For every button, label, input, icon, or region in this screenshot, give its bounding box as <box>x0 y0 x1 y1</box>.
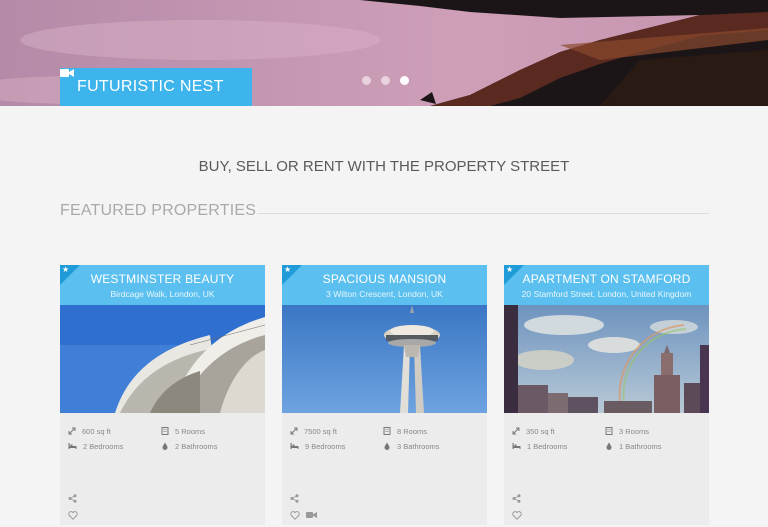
tagline: BUY, SELL OR RENT WITH THE PROPERTY STRE… <box>198 158 570 175</box>
bedrooms-value: 2 Bedrooms <box>83 441 124 451</box>
bathrooms-spec: 3 Bathrooms <box>383 441 483 451</box>
property-specs: 600 sq ft 5 Rooms 2 Bedrooms 2 Bathrooms <box>60 413 265 451</box>
area-spec: 600 sq ft <box>68 426 161 436</box>
rooms-spec: 3 Rooms <box>605 426 705 436</box>
share-icon[interactable] <box>68 493 77 503</box>
section-divider <box>257 213 709 214</box>
water-drop-icon <box>384 442 390 450</box>
property-address: 3 Wilton Crescent, London, UK <box>326 289 443 299</box>
property-title[interactable]: APARTMENT ON STAMFORD <box>504 265 709 286</box>
property-address: 20 Stamford Street, London, United Kingd… <box>521 289 692 299</box>
hero-property-title: FUTURISTIC NEST <box>77 78 224 95</box>
slider-dot-1[interactable] <box>362 76 371 85</box>
featured-properties-heading: FEATURED PROPERTIES <box>60 202 257 219</box>
video-camera-icon[interactable] <box>306 511 317 519</box>
property-card[interactable]: ★ WESTMINSTER BEAUTY Birdcage Walk, Lond… <box>60 265 265 525</box>
property-specs: 7500 sq ft 8 Rooms 9 Bedrooms 3 Bathroom… <box>282 413 487 451</box>
bathrooms-value: 1 Bathrooms <box>619 441 662 451</box>
area-spec: 350 sq ft <box>512 426 605 436</box>
property-card[interactable]: ★ APARTMENT ON STAMFORD 20 Stamford Stre… <box>504 265 709 525</box>
area-spec: 7500 sq ft <box>290 426 383 436</box>
bed-icon <box>512 443 521 449</box>
resize-arrows-icon <box>68 427 76 435</box>
area-value: 350 sq ft <box>526 426 555 436</box>
heart-icon[interactable] <box>512 510 522 520</box>
area-value: 600 sq ft <box>82 426 111 436</box>
resize-arrows-icon <box>512 427 520 435</box>
heart-icon[interactable] <box>290 510 300 520</box>
heart-icon[interactable] <box>68 510 78 520</box>
property-address: Birdcage Walk, London, UK <box>110 289 215 299</box>
slider-dot-3[interactable] <box>400 76 409 85</box>
bathrooms-spec: 1 Bathrooms <box>605 441 705 451</box>
share-icon[interactable] <box>512 493 521 503</box>
card-actions <box>68 493 84 527</box>
card-actions <box>290 493 323 527</box>
property-card-header[interactable]: ★ WESTMINSTER BEAUTY Birdcage Walk, Lond… <box>60 265 265 305</box>
property-card[interactable]: ★ SPACIOUS MANSION 3 Wilton Crescent, Lo… <box>282 265 487 525</box>
building-icon <box>161 427 169 435</box>
bathrooms-spec: 2 Bathrooms <box>161 441 261 451</box>
bedrooms-spec: 9 Bedrooms <box>290 441 383 451</box>
rooms-value: 3 Rooms <box>619 426 650 436</box>
card-actions <box>512 493 528 527</box>
water-drop-icon <box>606 442 612 450</box>
share-icon[interactable] <box>290 493 299 503</box>
hero-property-label[interactable]: FUTURISTIC NEST <box>60 68 252 106</box>
star-icon: ★ <box>62 265 70 274</box>
rooms-value: 5 Rooms <box>175 426 206 436</box>
rooms-value: 8 Rooms <box>397 426 428 436</box>
water-drop-icon <box>162 442 168 450</box>
hero-slider[interactable]: FUTURISTIC NEST <box>0 0 768 106</box>
bed-icon <box>290 443 299 449</box>
rooms-spec: 5 Rooms <box>161 426 261 436</box>
property-image[interactable] <box>60 305 265 413</box>
star-icon: ★ <box>506 265 514 274</box>
bedrooms-value: 1 Bedrooms <box>527 441 568 451</box>
rooms-spec: 8 Rooms <box>383 426 483 436</box>
bedrooms-value: 9 Bedrooms <box>305 441 346 451</box>
bedrooms-spec: 1 Bedrooms <box>512 441 605 451</box>
bathrooms-value: 2 Bathrooms <box>175 441 218 451</box>
area-value: 7500 sq ft <box>304 426 337 436</box>
star-icon: ★ <box>284 265 292 274</box>
bed-icon <box>68 443 77 449</box>
building-icon <box>383 427 391 435</box>
property-card-header[interactable]: ★ APARTMENT ON STAMFORD 20 Stamford Stre… <box>504 265 709 305</box>
bedrooms-spec: 2 Bedrooms <box>68 441 161 451</box>
property-image[interactable] <box>282 305 487 413</box>
property-specs: 350 sq ft 3 Rooms 1 Bedrooms 1 Bathrooms <box>504 413 709 451</box>
slider-dot-2[interactable] <box>381 76 390 85</box>
property-title[interactable]: WESTMINSTER BEAUTY <box>60 265 265 286</box>
resize-arrows-icon <box>290 427 298 435</box>
property-card-header[interactable]: ★ SPACIOUS MANSION 3 Wilton Crescent, Lo… <box>282 265 487 305</box>
slider-pagination <box>362 76 409 85</box>
property-image[interactable] <box>504 305 709 413</box>
property-title[interactable]: SPACIOUS MANSION <box>282 265 487 286</box>
bathrooms-value: 3 Bathrooms <box>397 441 440 451</box>
building-icon <box>605 427 613 435</box>
